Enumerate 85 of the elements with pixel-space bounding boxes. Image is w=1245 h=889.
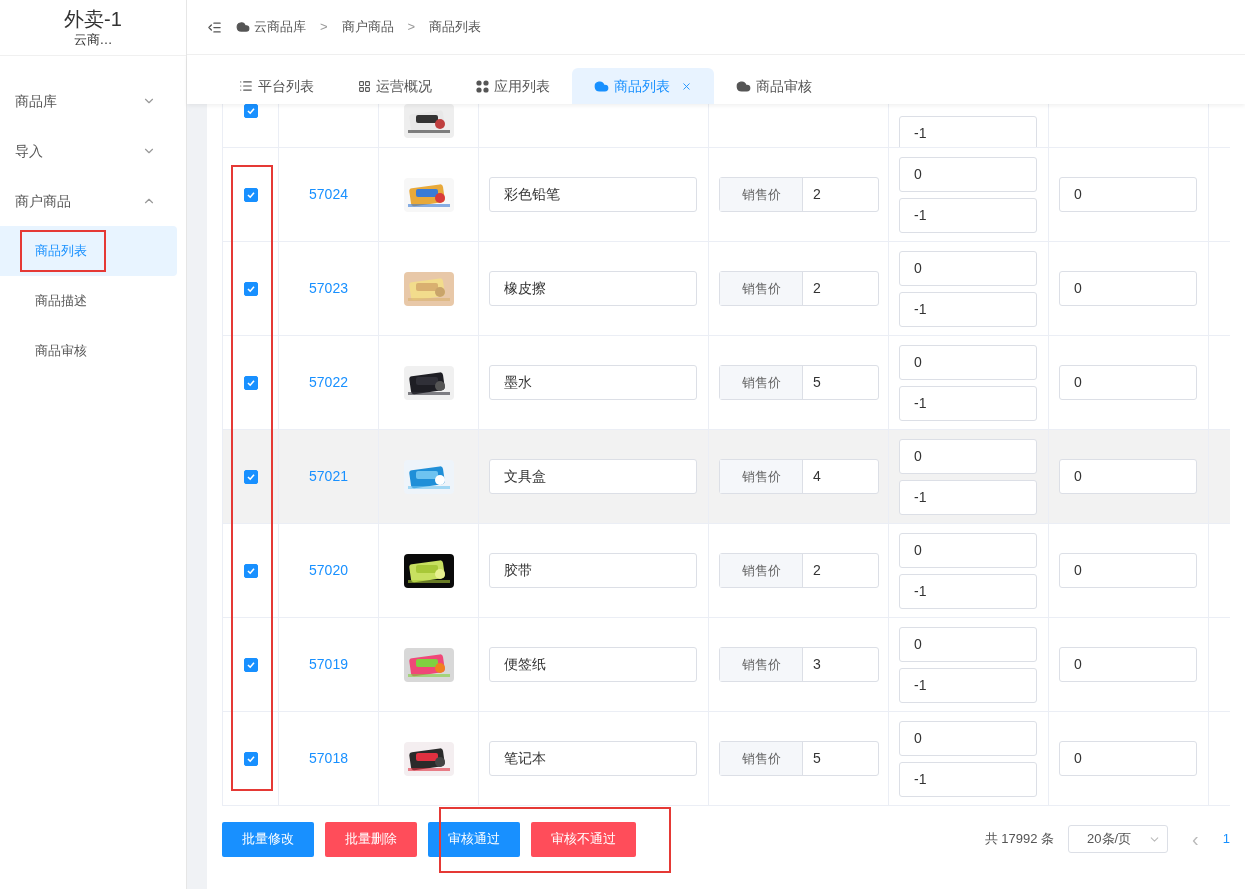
stock-field[interactable]: -1: [899, 479, 1037, 515]
table-row[interactable]: 57020 胶带 销售价 2 0 -1 0: [223, 524, 1230, 618]
tab[interactable]: 平台列表: [217, 68, 336, 104]
check-icon: [245, 565, 256, 576]
stock-field[interactable]: -1: [899, 573, 1037, 609]
breadcrumb-separator: >: [320, 18, 328, 37]
tab[interactable]: 运营概况: [336, 68, 454, 104]
name-field[interactable]: 胶带: [489, 553, 697, 588]
stock-field[interactable]: 0: [899, 438, 1037, 474]
check-icon: [245, 189, 256, 200]
check-icon: [245, 377, 256, 388]
price-field[interactable]: 销售价 3: [719, 647, 879, 682]
check-icon: [245, 471, 256, 482]
check-icon: [245, 106, 256, 116]
stock-field[interactable]: 0: [899, 532, 1037, 568]
name-field[interactable]: 墨水: [489, 365, 697, 400]
stock-field[interactable]: -1: [899, 116, 1037, 147]
cloud-icon: [236, 20, 250, 34]
page-size-select[interactable]: 20条/页: [1068, 825, 1169, 853]
name-field[interactable]: 彩色铅笔: [489, 177, 697, 212]
name-field[interactable]: 笔记本: [489, 741, 697, 776]
checkbox[interactable]: [243, 187, 258, 202]
name-field[interactable]: 橡皮擦: [489, 271, 697, 306]
price-field[interactable]: 销售价 5: [719, 741, 879, 776]
table-row[interactable]: 57024 彩色铅笔 销售价 2 0 -1 0: [223, 148, 1230, 242]
stock-field[interactable]: -1: [899, 291, 1037, 327]
price-field[interactable]: 销售价 2: [719, 177, 879, 212]
value-field[interactable]: 0: [1059, 647, 1197, 682]
stock-field[interactable]: -1: [899, 385, 1037, 421]
menu-group[interactable]: 商品库: [0, 76, 186, 126]
checkbox[interactable]: [243, 104, 258, 118]
checkbox[interactable]: [243, 751, 258, 766]
stock-field[interactable]: -1: [899, 197, 1037, 233]
price-field[interactable]: 销售价 4: [719, 459, 879, 494]
checkbox[interactable]: [243, 469, 258, 484]
value-field[interactable]: 0: [1059, 271, 1197, 306]
menu-item[interactable]: 商品描述: [0, 276, 177, 326]
table-row[interactable]: 57021 文具盒 销售价 4 0 -1 0: [223, 430, 1230, 524]
stock-field[interactable]: 0: [899, 250, 1037, 286]
menu-group[interactable]: 商户商品: [0, 176, 186, 226]
collapse-icon[interactable]: [207, 19, 222, 35]
breadcrumb-item[interactable]: 商户商品: [341, 17, 394, 37]
breadcrumb-separator: >: [407, 18, 416, 37]
table-row[interactable]: 57019 便签纸 销售价 3 0 -1 0: [223, 618, 1230, 712]
menu-item[interactable]: 商品审核: [0, 326, 177, 376]
cloud-icon: [736, 78, 751, 94]
checkbox[interactable]: [243, 281, 258, 296]
name-field[interactable]: 便签纸: [489, 647, 697, 682]
stock-field[interactable]: 0: [899, 626, 1037, 662]
value-field[interactable]: 0: [1059, 177, 1197, 212]
check-icon: [245, 753, 256, 764]
checkbox[interactable]: [243, 375, 258, 390]
apps-icon: [476, 79, 489, 93]
check-icon: [245, 659, 256, 670]
menu-group[interactable]: 导入: [0, 126, 186, 176]
list-icon: [239, 79, 253, 93]
app-title: 外卖-1: [64, 6, 122, 31]
stock-field[interactable]: 0: [899, 344, 1037, 380]
stock-field[interactable]: 0: [899, 156, 1037, 192]
stock-field[interactable]: -1: [899, 667, 1037, 703]
price-field[interactable]: 销售价 5: [719, 365, 879, 400]
table-row[interactable]: 57023 橡皮擦 销售价 2 0 -1 0: [223, 242, 1230, 336]
value-field[interactable]: 0: [1059, 553, 1197, 588]
tab[interactable]: 应用列表: [454, 68, 572, 104]
price-field[interactable]: 销售价 2: [719, 271, 879, 306]
value-field[interactable]: 0: [1059, 741, 1197, 776]
check-icon: [245, 283, 256, 294]
value-field[interactable]: 0: [1059, 459, 1197, 494]
table-row[interactable]: 57018 笔记本 销售价 5 0 -1 0: [223, 712, 1230, 806]
close-icon[interactable]: [681, 80, 692, 92]
checkbox[interactable]: [243, 563, 258, 578]
price-field[interactable]: 销售价 2: [719, 553, 879, 588]
breadcrumb-item[interactable]: 商品列表: [429, 17, 482, 37]
tab[interactable]: 商品审核: [714, 68, 834, 104]
grid-icon: [358, 79, 371, 93]
value-field[interactable]: 0: [1059, 365, 1197, 400]
cloud-icon: [594, 78, 609, 94]
stock-field[interactable]: 0: [899, 720, 1037, 756]
app-subtitle: 云商…: [73, 30, 113, 49]
checkbox[interactable]: [243, 657, 258, 672]
name-field[interactable]: 文具盒: [489, 459, 697, 494]
stock-field[interactable]: -1: [899, 761, 1037, 797]
table-row[interactable]: 57022 墨水 销售价 5 0 -1 0: [223, 336, 1230, 430]
total-count: 共 17992 条: [984, 830, 1055, 849]
breadcrumb-item[interactable]: 云商品库: [254, 17, 306, 37]
